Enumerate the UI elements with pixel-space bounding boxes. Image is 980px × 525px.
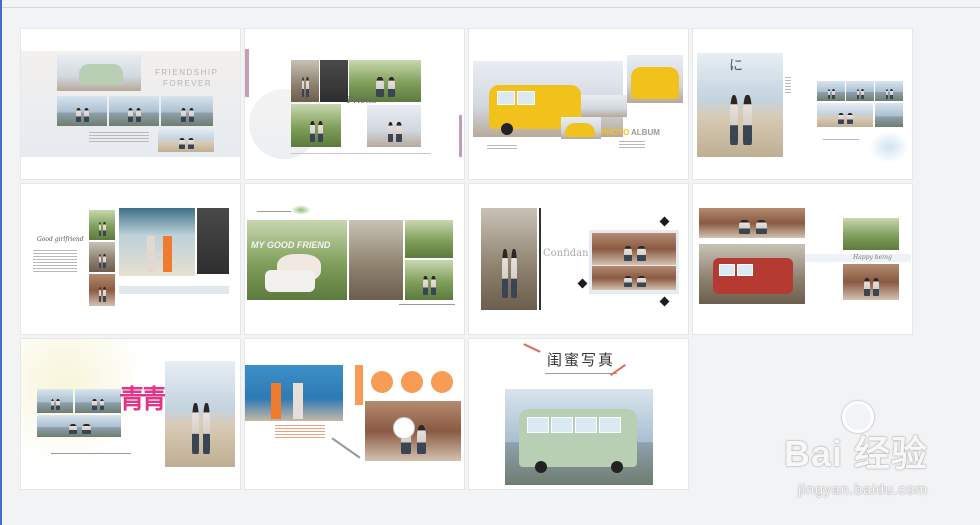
title-glyph: に xyxy=(729,58,743,74)
body-text-block xyxy=(823,139,859,142)
title-album: ALBUM xyxy=(631,128,660,137)
photo-street xyxy=(349,220,403,300)
caption-line xyxy=(291,153,431,154)
photo-thumb xyxy=(875,103,903,127)
photo-portrait xyxy=(481,208,537,310)
photo-thumb xyxy=(699,208,805,238)
body-text-block xyxy=(275,425,325,440)
template-card-6[interactable]: MY GOOD FRIEND xyxy=(245,184,464,334)
template-card-1[interactable]: FRIENDSHIP FOREVER xyxy=(21,29,240,179)
badge-circle xyxy=(393,417,415,439)
body-text-block xyxy=(619,141,645,150)
template-card-5[interactable]: Good girlfriend xyxy=(21,184,240,334)
template-card-3[interactable]: PHOTO ALBUM xyxy=(469,29,688,179)
accent-bar xyxy=(355,365,363,405)
leaf-decor xyxy=(291,205,311,215)
photo-thumb xyxy=(89,274,115,306)
leaf-icon xyxy=(577,278,588,289)
photo-thumb xyxy=(846,81,874,101)
banner-text: MY GOOD FRIEND xyxy=(251,240,331,250)
photo-van xyxy=(57,55,141,91)
template-card-7[interactable]: Confidante xyxy=(469,184,688,334)
arrow-decor xyxy=(523,343,541,353)
title-photo: PHOTO xyxy=(601,128,630,137)
caption-bar xyxy=(119,286,229,294)
photo-thumb xyxy=(405,260,453,300)
photo-large xyxy=(119,208,195,276)
photo-thumb xyxy=(161,96,213,126)
decor-stroke xyxy=(331,437,361,459)
photo-thumb xyxy=(592,266,676,290)
template-card-11[interactable]: 闺蜜写真 xyxy=(469,339,688,489)
decor-dot xyxy=(371,371,393,393)
photo-van-green xyxy=(505,389,653,485)
photo-thumb xyxy=(37,389,73,413)
caption-line xyxy=(51,453,131,454)
photo-thumb xyxy=(581,95,627,117)
photo-thumb xyxy=(817,103,873,127)
vertical-text xyxy=(785,77,791,95)
photo-thumb xyxy=(843,218,899,250)
title-line-1: FRIENDSHIP xyxy=(155,68,219,77)
template-gallery: FRIENDSHIP FOREVER Friend PHOTO ALBUM に … xyxy=(21,29,912,489)
script-title: Good girlfriend xyxy=(37,236,84,243)
photo-van-small xyxy=(627,55,683,103)
photo-wall xyxy=(245,365,343,421)
photo-thumb xyxy=(75,389,121,413)
accent-bar xyxy=(459,115,462,157)
watermark-logo: Bai 经验 xyxy=(784,401,928,477)
window-left-border xyxy=(0,0,2,525)
photo-thumb xyxy=(875,81,903,101)
photo-thumb xyxy=(291,104,341,147)
body-text-block xyxy=(89,132,149,144)
body-text-block xyxy=(33,250,77,274)
decor-blob xyxy=(869,131,909,163)
title-line-2: FOREVER xyxy=(163,79,213,88)
top-divider xyxy=(2,7,980,8)
photo-thumb xyxy=(89,242,115,272)
photo-thumb xyxy=(57,96,107,126)
photo-thumb xyxy=(320,60,348,102)
photo-thumb xyxy=(197,208,229,274)
photo-thumb xyxy=(89,210,115,240)
photo-thumb xyxy=(291,60,319,102)
body-text-block xyxy=(487,145,517,151)
photo-thumb xyxy=(592,233,676,265)
photo-thumb xyxy=(158,128,214,152)
leaf-icon xyxy=(659,296,670,307)
subtitle-line xyxy=(545,373,617,374)
photo-large xyxy=(247,220,347,300)
watermark-url: jingyan.baidu.com xyxy=(798,481,928,497)
template-card-2[interactable]: Friend xyxy=(245,29,464,179)
template-card-8[interactable]: Happy being xyxy=(693,184,912,334)
photo-thumb xyxy=(817,81,845,101)
decor-dot xyxy=(401,371,423,393)
photo-thumb xyxy=(843,264,899,300)
photo-portrait xyxy=(165,361,235,467)
photo-van-red xyxy=(699,244,805,304)
paw-icon xyxy=(841,401,874,433)
leaf-icon xyxy=(659,216,670,227)
template-card-4[interactable]: に xyxy=(693,29,912,179)
title-glyph: 青青 xyxy=(119,384,167,414)
template-card-9[interactable]: 青青 xyxy=(21,339,240,489)
baidu-watermark: Bai 经验 jingyan.baidu.com xyxy=(784,401,928,497)
caption-line xyxy=(257,211,293,212)
script-title: Happy being xyxy=(853,254,892,261)
caption-line xyxy=(399,304,455,305)
photo-thumb xyxy=(561,117,601,139)
photo-thumb xyxy=(405,220,453,258)
frame-line xyxy=(539,208,541,310)
template-card-10[interactable] xyxy=(245,339,464,489)
accent-bar xyxy=(245,49,249,97)
decor-dot xyxy=(431,371,453,393)
photo-thumb xyxy=(367,105,421,147)
photo-thumb xyxy=(37,415,121,437)
photo-thumb xyxy=(109,96,159,126)
card-title: 闺蜜写真 xyxy=(547,351,616,369)
